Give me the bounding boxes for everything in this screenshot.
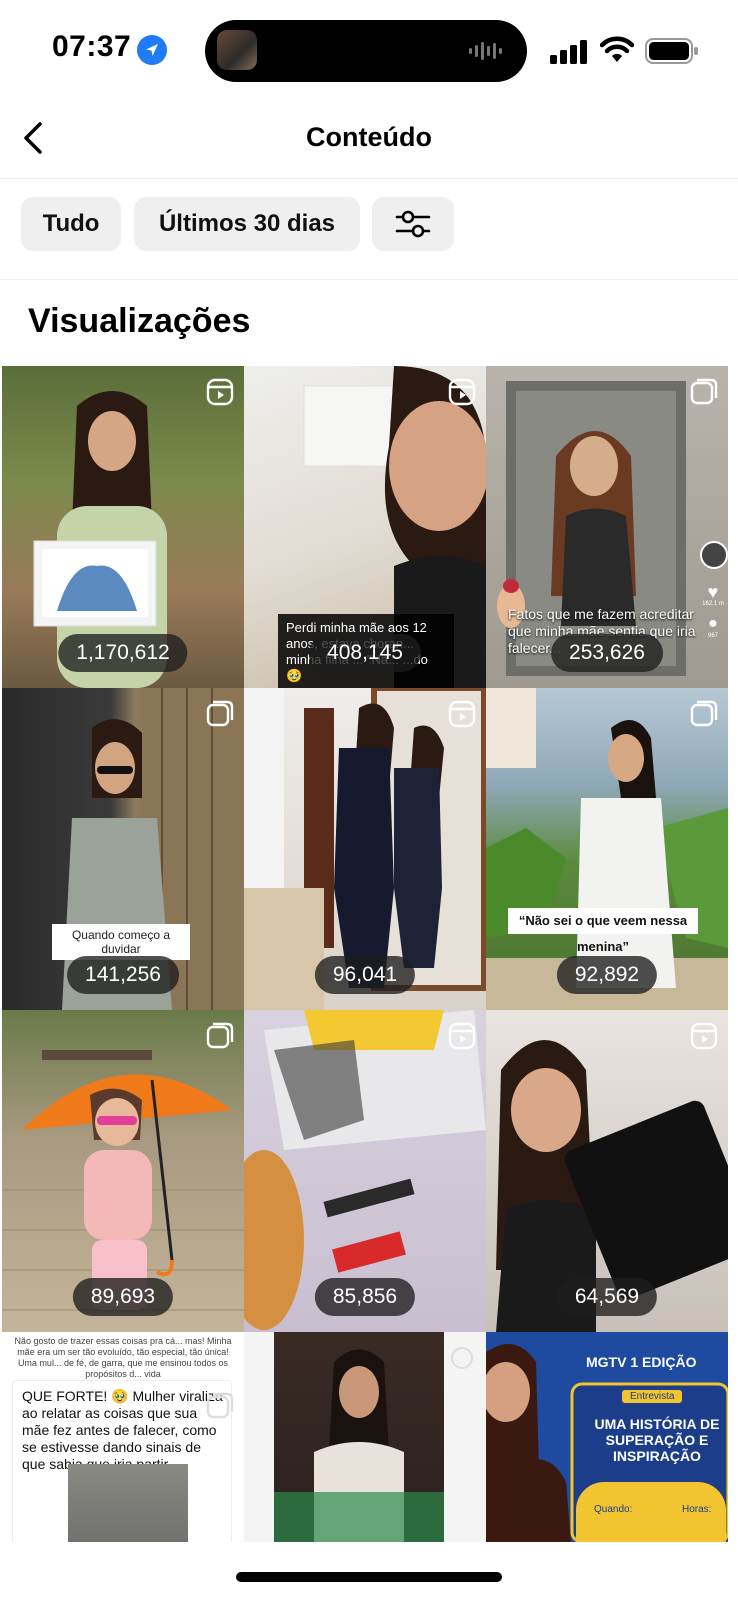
post-header-text: Não gosto de trazer essas coisas pra cá.… [14,1336,232,1379]
now-playing-thumbnail [217,30,257,70]
engagement-sidebar: ♥ 162,1 m ● 967 [700,541,728,639]
filter-all-chip[interactable]: Tudo [21,197,121,251]
carousel-icon [690,700,718,727]
comment-icon: ● [708,615,718,632]
carousel-icon [690,378,718,405]
post-caption: QUE FORTE! 🥹 Mulher viraliza ao relatar … [22,1388,223,1472]
view-count: 85,856 [314,1278,416,1316]
content-tile[interactable]: Não gosto de trazer essas coisas pra cá.… [2,1332,244,1542]
carousel-icon [206,1022,234,1049]
content-tile[interactable]: Fatos que me fazem acreditar que minha m… [486,366,728,688]
reel-icon [448,700,476,728]
filter-period-chip[interactable]: Últimos 30 dias [134,197,360,251]
view-count: 92,892 [556,956,658,994]
carousel-icon [206,1392,234,1419]
thumbnail-image [274,1332,444,1542]
banner-headline: UMA HISTÓRIA DE SUPERAÇÃO E INSPIRAÇÃO [594,1416,720,1464]
content-tile[interactable]: 96,041 [244,688,486,1010]
view-count: 64,569 [556,1278,658,1316]
view-count: 96,041 [314,956,416,994]
home-indicator[interactable] [236,1572,502,1582]
post-caption: Quando começo a duvidar [52,924,190,960]
banner-tag: Entrevista [622,1390,683,1403]
comment-count: 967 [707,633,718,639]
header: Conteúdo [0,100,738,179]
content-tile[interactable]: 85,856 [244,1010,486,1332]
view-count: 1,170,612 [58,634,188,672]
loading-spinner-icon [451,1347,473,1369]
content-tile[interactable]: Perdi minha mãe aos 12 anos, estava chor… [244,366,486,688]
view-count: 408,145 [309,634,421,672]
reel-icon [206,378,234,406]
location-arrow-icon [137,35,167,65]
carousel-icon [206,700,234,727]
avatar [700,541,728,569]
dynamic-island[interactable] [205,20,527,82]
wifi-icon [600,36,634,62]
reel-icon [448,378,476,406]
banner-hours: Horas: [682,1504,712,1515]
sliders-icon [395,210,431,238]
banner-title: MGTV 1 EDIÇÃO [586,1354,697,1370]
banner-when: Quando: [594,1504,633,1515]
cellular-signal-icon [550,40,587,64]
status-bar: 07:37 [0,0,738,100]
like-count: 162,1 m [702,601,724,607]
status-time: 07:37 [52,30,132,63]
reel-icon [448,1022,476,1050]
view-count: 89,693 [72,1278,174,1316]
post-caption: “Não sei o que veem nessa menina” [508,908,698,954]
audio-wave-icon [469,42,502,60]
content-tile[interactable]: “Não sei o que veem nessa menina” 92,892 [486,688,728,1010]
content-tile[interactable] [244,1332,486,1542]
filter-options-button[interactable] [372,197,454,251]
content-tile[interactable]: MGTV 1 EDIÇÃO Entrevista UMA HISTÓRIA DE… [486,1332,728,1542]
bottom-safe-area [0,1542,738,1600]
content-tile[interactable]: 64,569 [486,1010,728,1332]
page-title: Conteúdo [306,122,432,152]
content-tile[interactable]: 89,693 [2,1010,244,1332]
content-tile[interactable]: 1,170,612 [2,366,244,688]
view-count: 141,256 [67,956,179,994]
thumbnail-image [68,1464,188,1542]
reel-icon [690,1022,718,1050]
filter-bar: Tudo Últimos 30 dias [0,179,738,280]
battery-icon [645,38,698,64]
section-title: Visualizações [28,302,251,340]
view-count: 253,626 [551,634,663,672]
heart-icon: ♥ [707,582,719,602]
content-tile[interactable]: Quando começo a duvidar 141,256 [2,688,244,1010]
